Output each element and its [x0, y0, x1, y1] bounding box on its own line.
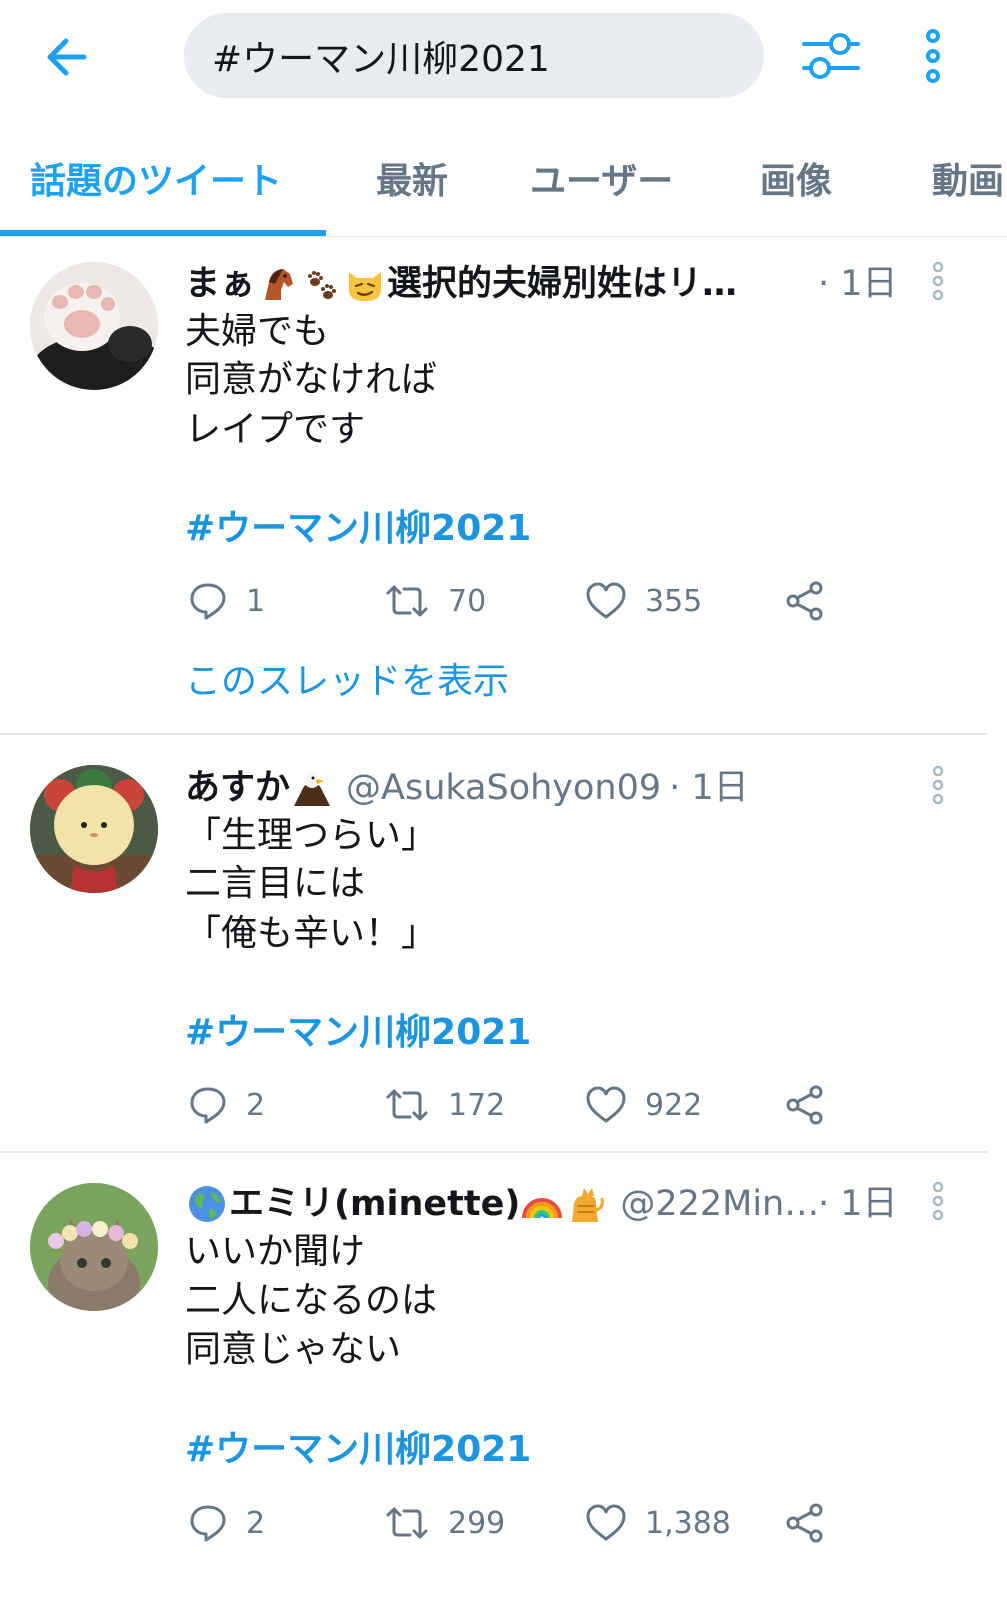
reply-button[interactable]: 2	[188, 1085, 265, 1125]
retweet-icon	[386, 1507, 428, 1539]
retweet-count: 70	[448, 583, 487, 619]
display-name: エミリ(minette)	[229, 1184, 521, 1224]
user-handle: @222Min…	[620, 1184, 820, 1224]
share-icon[interactable]	[785, 1503, 825, 1543]
tab-videos[interactable]: 動画	[932, 152, 1004, 212]
smirking-cat-emoji-icon	[349, 272, 382, 301]
tweet-text-line: 二言目には	[185, 863, 366, 904]
tweet-menu-icon[interactable]	[928, 765, 948, 805]
retweet-icon	[386, 1089, 428, 1121]
retweet-icon	[386, 585, 428, 617]
tweet-text-line: 「俺も辛い！」	[185, 913, 438, 954]
rainbow-emoji-icon	[522, 1198, 563, 1219]
like-count: 1,388	[645, 1505, 731, 1541]
like-button[interactable]: 355	[585, 581, 702, 621]
tweet-menu-icon[interactable]	[928, 1181, 948, 1221]
heart-icon	[586, 1086, 626, 1123]
search-query: #ウーマン川柳2021	[212, 38, 550, 80]
reply-icon	[190, 583, 226, 620]
more-options-icon[interactable]	[918, 28, 948, 84]
display-name: あすか	[185, 768, 291, 808]
tweet-timestamp[interactable]: · 1日	[818, 1179, 898, 1229]
reply-icon	[190, 1505, 226, 1542]
retweet-count: 299	[448, 1505, 506, 1541]
heart-icon	[586, 582, 626, 619]
tweet-card[interactable]: あすか @AsukaSohyon09 · 1日 「生理つらい」 二言目には 「俺…	[0, 735, 1007, 1153]
avatar[interactable]	[30, 262, 158, 390]
retweet-count: 172	[448, 1087, 506, 1123]
like-button[interactable]: 1,388	[585, 1503, 731, 1543]
like-count: 922	[645, 1087, 703, 1123]
like-button[interactable]: 922	[585, 1085, 702, 1125]
hashtag-link[interactable]: #ウーマン川柳2021	[185, 1008, 531, 1058]
reply-count: 1	[246, 583, 266, 619]
tweet-card[interactable]: エミリ(minette) @222Min… · 1日 いいか聞け 二人になるのは…	[0, 1153, 1007, 1600]
tweet-author[interactable]: あすか @AsukaSohyon09 · 1日	[185, 763, 749, 813]
tweet-author[interactable]: エミリ(minette) @222Min…	[185, 1179, 819, 1229]
hashtag-link[interactable]: #ウーマン川柳2021	[185, 1425, 531, 1475]
tweet-text-line: レイプです	[185, 409, 366, 450]
tab-people[interactable]: ユーザー	[530, 152, 673, 212]
eagle-emoji-icon	[294, 772, 331, 806]
show-thread-link[interactable]: このスレッドを表示	[185, 657, 509, 707]
tweet-text-line: 同意じゃない	[185, 1329, 402, 1370]
retweet-button[interactable]: 70	[384, 581, 486, 621]
heart-icon	[586, 1504, 626, 1541]
search-filter-icon[interactable]	[800, 30, 862, 82]
horse-emoji-icon	[265, 269, 294, 300]
display-name: まぁ	[185, 264, 256, 304]
cat-emoji-icon	[572, 1188, 605, 1222]
share-icon[interactable]	[785, 1085, 825, 1125]
tab-photos[interactable]: 画像	[760, 152, 832, 212]
share-icon[interactable]	[785, 581, 825, 621]
globe-emoji-icon	[189, 1186, 225, 1222]
back-arrow-icon[interactable]	[40, 30, 94, 84]
avatar[interactable]	[30, 1183, 158, 1311]
reply-count: 2	[246, 1087, 266, 1123]
reply-icon	[190, 1087, 226, 1124]
reply-count: 2	[246, 1505, 266, 1541]
hashtag-link[interactable]: #ウーマン川柳2021	[185, 504, 531, 554]
retweet-button[interactable]: 299	[384, 1503, 505, 1543]
tweet-timestamp[interactable]: · 1日	[818, 259, 898, 309]
tab-top[interactable]: 話題のツイート	[30, 152, 282, 212]
tweet-menu-icon[interactable]	[928, 261, 948, 301]
tweet-author[interactable]: まぁ 選択的夫婦別姓はリ…	[185, 259, 737, 309]
tweet-text-line: いいか聞け	[185, 1231, 366, 1272]
reply-button[interactable]: 1	[188, 581, 265, 621]
tab-latest[interactable]: 最新	[376, 152, 448, 212]
tweet-timestamp[interactable]: · 1日	[669, 763, 749, 813]
retweet-button[interactable]: 172	[384, 1085, 505, 1125]
tweet-text-line: 同意がなければ	[185, 359, 438, 400]
user-handle: @AsukaSohyon09	[346, 768, 662, 808]
tweet-text-line: 二人になるのは	[185, 1280, 438, 1321]
search-input[interactable]: #ウーマン川柳2021	[184, 13, 764, 98]
tweet-card[interactable]: まぁ 選択的夫婦別姓はリ… · 1日 夫婦でも 同意がなければ レイプです #ウ	[0, 237, 1007, 735]
paw-prints-emoji-icon	[308, 271, 337, 299]
display-name-suffix: 選択的夫婦別姓はリ…	[387, 264, 738, 304]
like-count: 355	[645, 583, 703, 619]
tweet-text-line: 「生理つらい」	[185, 815, 438, 856]
tweet-text-line: 夫婦でも	[185, 311, 330, 352]
reply-button[interactable]: 2	[188, 1503, 265, 1543]
avatar[interactable]	[30, 765, 158, 893]
